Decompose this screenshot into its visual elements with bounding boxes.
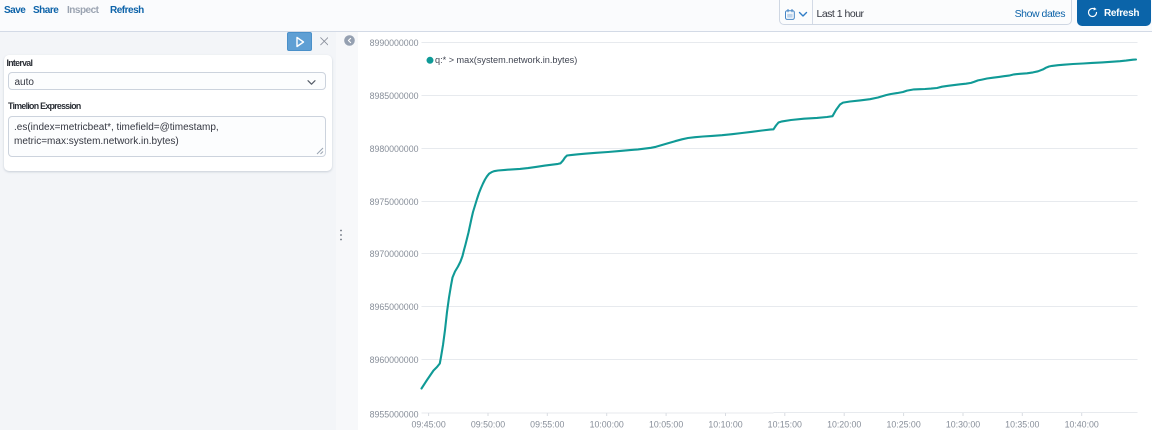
- svg-text:10:30:00: 10:30:00: [946, 419, 980, 429]
- svg-text:10:20:00: 10:20:00: [827, 419, 861, 429]
- svg-text:8970000000: 8970000000: [370, 249, 419, 259]
- svg-text:10:10:00: 10:10:00: [708, 419, 742, 429]
- svg-text:09:55:00: 09:55:00: [530, 419, 564, 429]
- svg-text:8955000000: 8955000000: [370, 410, 419, 420]
- svg-text:10:25:00: 10:25:00: [886, 419, 920, 429]
- svg-text:8960000000: 8960000000: [370, 355, 419, 365]
- svg-text:8975000000: 8975000000: [370, 197, 419, 207]
- svg-text:09:50:00: 09:50:00: [471, 419, 505, 429]
- svg-text:8985000000: 8985000000: [370, 91, 419, 101]
- svg-text:8965000000: 8965000000: [370, 302, 419, 312]
- svg-text:10:05:00: 10:05:00: [649, 419, 683, 429]
- svg-text:10:35:00: 10:35:00: [1005, 419, 1039, 429]
- svg-text:8990000000: 8990000000: [370, 38, 419, 48]
- svg-text:8980000000: 8980000000: [370, 144, 419, 154]
- svg-text:10:00:00: 10:00:00: [590, 419, 624, 429]
- svg-text:10:15:00: 10:15:00: [768, 419, 802, 429]
- svg-text:09:45:00: 09:45:00: [411, 419, 445, 429]
- svg-text:q:* > max(system.network.in.by: q:* > max(system.network.in.bytes): [435, 55, 577, 65]
- svg-text:10:40:00: 10:40:00: [1065, 419, 1099, 429]
